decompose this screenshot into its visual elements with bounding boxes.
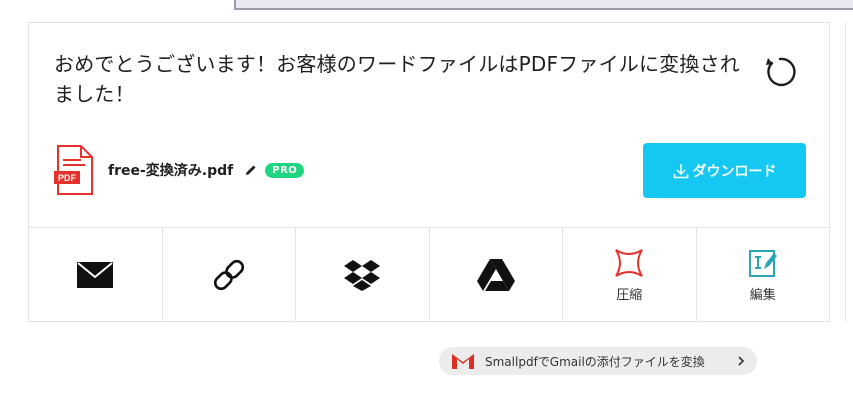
restart-icon: [766, 57, 796, 87]
mail-icon: [77, 262, 114, 288]
edit-pdf-icon: [748, 249, 777, 277]
share-actions: 圧縮 編集: [29, 227, 829, 322]
edit-label: 編集: [749, 287, 776, 303]
compress-icon: [615, 248, 644, 277]
google-drive-action[interactable]: [430, 228, 563, 322]
file-name: free-変換済み.pdf: [108, 163, 234, 179]
file-info: PDF free-変換済み.pdf PRO: [54, 145, 305, 195]
download-label: ダウンロード: [692, 163, 777, 180]
link-action[interactable]: [163, 228, 296, 322]
gmail-icon: [452, 354, 474, 369]
google-drive-icon: [476, 259, 515, 291]
success-headline: おめでとうございます！お客様のワードファイルはPDFファイルに変換されました！: [54, 52, 740, 106]
chevron-right-icon: [738, 356, 745, 366]
restart-button[interactable]: [761, 53, 799, 91]
gmail-promo-link[interactable]: SmallpdfでGmailの添付ファイルを変換: [439, 347, 757, 375]
pdf-file-icon: PDF: [54, 145, 93, 195]
link-icon: [213, 259, 244, 291]
pdf-icon-text: PDF: [58, 173, 77, 183]
email-action[interactable]: [29, 228, 163, 322]
top-window-strip: [234, 0, 853, 10]
edit-action[interactable]: 編集: [697, 228, 830, 322]
download-button[interactable]: ダウンロード: [643, 143, 806, 198]
compress-action[interactable]: 圧縮: [563, 228, 697, 322]
adjacent-panel-edge: [845, 22, 853, 322]
result-card: おめでとうございます！お客様のワードファイルはPDFファイルに変換されました！ …: [28, 22, 830, 322]
compress-label: 圧縮: [616, 287, 643, 303]
download-icon: [673, 163, 688, 178]
dropbox-action[interactable]: [296, 228, 430, 322]
gmail-promo-text: SmallpdfでGmailの添付ファイルを変換: [485, 354, 705, 369]
pro-badge: PRO: [265, 162, 305, 178]
pencil-icon[interactable]: [245, 164, 257, 176]
dropbox-icon: [344, 260, 381, 291]
